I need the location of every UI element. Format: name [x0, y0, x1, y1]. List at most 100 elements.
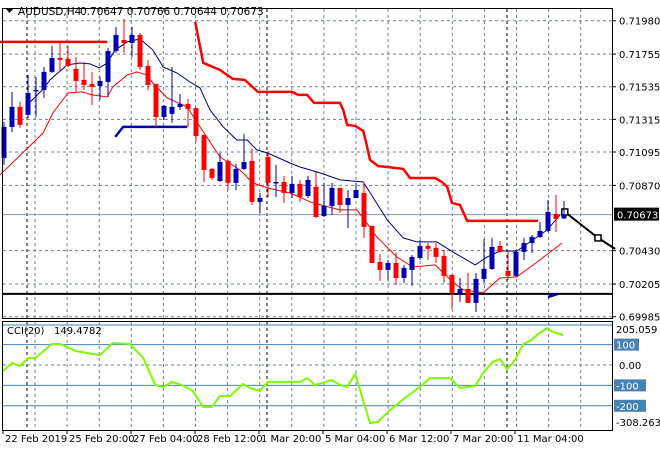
bull-candle — [169, 66, 175, 123]
candle-body — [217, 161, 223, 181]
bull-candle — [521, 237, 527, 260]
price-axis-label: 0.70430 — [619, 247, 660, 258]
cci-value: 149.4782 — [54, 326, 102, 337]
bull-candle — [257, 192, 263, 213]
candle-body — [57, 57, 63, 60]
candle-body — [185, 103, 191, 109]
ohlc-readout: 0.70647 0.70766 0.70644 0.70673 — [80, 6, 264, 18]
candle-body — [137, 34, 143, 67]
bear-candle — [505, 251, 511, 280]
bear-candle — [65, 45, 71, 67]
bull-candle — [33, 76, 39, 117]
cci-line — [2, 326, 564, 424]
price-axis-label: 0.70870 — [619, 181, 660, 192]
candle-body — [65, 58, 71, 66]
cci-panel[interactable] — [2, 324, 612, 424]
trading-chart[interactable]: 0.71980 0.71755 0.71535 0.71315 0.71095 0.708… — [0, 0, 660, 450]
candle-body — [385, 262, 391, 270]
indicator-overlays — [0, 21, 616, 299]
time-axis-label: 7 Mar 20:00 — [453, 434, 513, 445]
candle-body — [465, 288, 471, 303]
price-axis-label: 0.71980 — [619, 17, 660, 28]
cci-level-label: 100 — [616, 341, 635, 352]
candle-body — [169, 106, 175, 114]
bear-candle — [201, 134, 207, 182]
bear-candle — [17, 101, 23, 128]
candle-body — [281, 181, 287, 193]
candle-body — [273, 181, 279, 184]
bull-candle — [113, 26, 119, 53]
bull-candle — [481, 238, 487, 283]
candle-body — [361, 192, 367, 227]
current-price-label: 0.70673 — [617, 211, 658, 222]
time-axis-label: 11 Mar 04:00 — [517, 434, 584, 445]
time-axis-label: 22 Feb 2019 — [5, 434, 67, 445]
candle-body — [265, 156, 271, 183]
bull-candle — [321, 182, 327, 217]
bull-candle — [401, 264, 407, 283]
candle-body — [305, 179, 311, 196]
candle-body — [17, 106, 23, 125]
bull-candle — [273, 164, 279, 197]
bear-candle — [361, 182, 367, 238]
cci-min-label: -308.2639 — [616, 418, 660, 429]
time-axis-label: 5 Mar 04:00 — [325, 434, 385, 445]
bear-candle — [81, 61, 87, 90]
candle-body — [113, 34, 119, 51]
candle-body — [129, 34, 135, 43]
candle-body — [521, 242, 527, 252]
candle-body — [209, 168, 215, 178]
bear-candle — [449, 274, 455, 309]
support-step-line — [114, 125, 188, 138]
bull-candle — [177, 93, 183, 110]
triangle-down-icon[interactable] — [6, 9, 13, 13]
candle-body — [489, 246, 495, 269]
bear-candle — [433, 242, 439, 263]
price-axis-label: 0.70205 — [619, 280, 660, 291]
candle-body — [81, 79, 87, 85]
candle-body — [97, 80, 103, 86]
bull-candle — [217, 152, 223, 182]
candle-body — [353, 189, 359, 199]
symbol-label: AUDUSD,H4 — [18, 6, 82, 18]
bear-candle — [377, 253, 383, 281]
bull-candle — [49, 45, 55, 73]
bull-candle — [41, 66, 47, 98]
time-axis-label: 28 Feb 12:00 — [197, 434, 263, 445]
bear-candle — [281, 175, 287, 203]
candle-body — [89, 83, 95, 87]
time-axis-label: 27 Feb 04:00 — [133, 434, 199, 445]
bear-candle — [313, 171, 319, 218]
candle-body — [25, 92, 31, 115]
bear-candle — [209, 167, 215, 180]
candle-body — [41, 71, 47, 90]
candle-body — [49, 57, 55, 72]
bull-candle — [545, 199, 551, 232]
candle-body — [121, 39, 127, 43]
candle-body — [513, 251, 519, 276]
bull-candle — [25, 75, 31, 118]
candle-body — [321, 205, 327, 216]
bull-candle — [417, 239, 423, 260]
candle-body — [145, 65, 151, 85]
bear-candle — [153, 83, 159, 127]
cci-zero-label: 0.00 — [619, 361, 641, 372]
candle-body — [497, 245, 503, 252]
candle-body — [393, 262, 399, 278]
candle-body — [537, 230, 543, 237]
candle-body — [9, 106, 15, 127]
candle-body — [377, 261, 383, 270]
bear-candle — [57, 41, 63, 72]
price-axis-label: 0.71095 — [619, 148, 660, 159]
candle-body — [313, 186, 319, 217]
bear-candle — [89, 71, 95, 105]
bull-candle — [233, 163, 239, 190]
bear-candle — [193, 107, 199, 142]
bear-candle — [369, 225, 375, 263]
candle-body — [233, 168, 239, 183]
bull-candle — [537, 221, 543, 238]
candle-body — [329, 187, 335, 206]
candle-body — [161, 105, 167, 117]
projection-line — [564, 211, 616, 250]
bear-candle — [465, 272, 471, 303]
